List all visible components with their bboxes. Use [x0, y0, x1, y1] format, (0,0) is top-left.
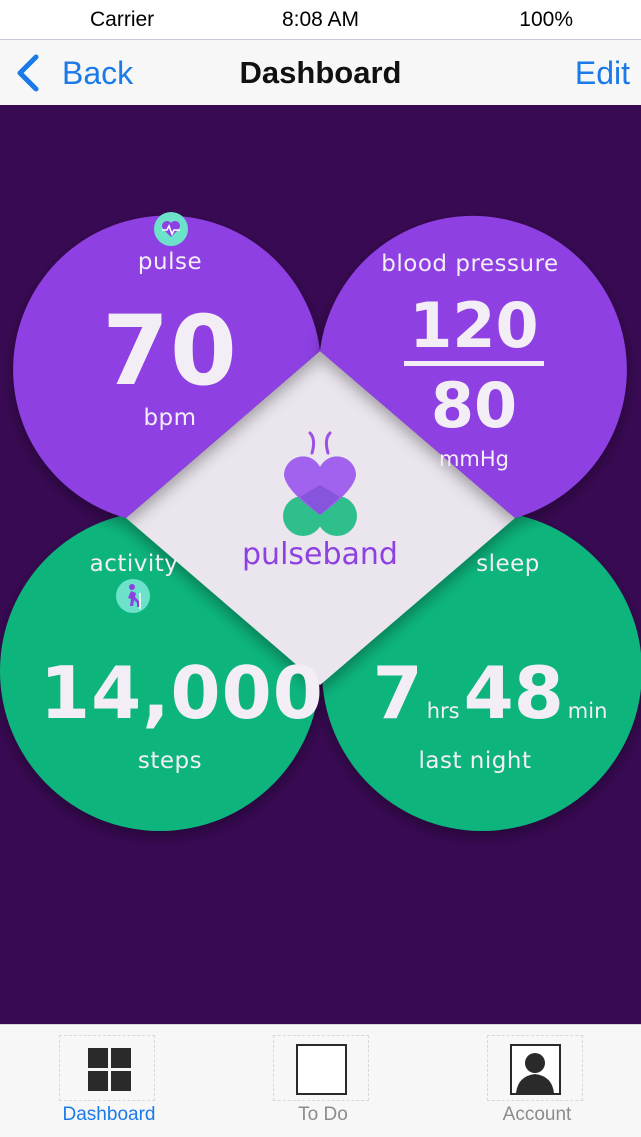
blood-pressure-label: blood pressure	[381, 251, 559, 277]
dashboard-panel: pulse 70 bpm blood pressure 120 80 mmHg …	[0, 105, 641, 1024]
edit-button[interactable]: Edit	[575, 55, 630, 92]
square-icon	[296, 1044, 347, 1095]
blood-pressure-unit: mmHg	[438, 447, 510, 471]
sleep-minutes-value: 48	[463, 651, 564, 735]
diastolic-value: 80	[430, 369, 518, 442]
tab-dashboard-label: Dashboard	[62, 1104, 156, 1125]
pulse-value: 70	[102, 295, 238, 407]
tab-bar: Dashboard To Do Account	[0, 1024, 641, 1137]
tab-account-label: Account	[502, 1104, 572, 1125]
page-title: Dashboard	[239, 55, 402, 90]
tab-dashboard[interactable]: Dashboard	[34, 1025, 184, 1137]
tab-todo[interactable]: To Do	[248, 1025, 398, 1137]
sleep-label: sleep	[476, 551, 540, 577]
sleep-hours-value: 7	[372, 651, 423, 735]
brand-name: pulseband	[242, 537, 398, 572]
tab-account[interactable]: Account	[462, 1025, 612, 1137]
steps-value: 14,000	[40, 651, 324, 735]
person-icon	[510, 1044, 561, 1095]
navigation-bar: Back Dashboard Edit	[0, 40, 641, 105]
grid-icon	[88, 1048, 131, 1091]
sleep-hours-unit: hrs	[426, 699, 460, 723]
heart-pulse-icon	[154, 212, 188, 246]
tab-dashboard-icon-frame	[59, 1035, 155, 1101]
sleep-caption: last night	[418, 748, 532, 774]
steps-unit: steps	[137, 748, 203, 774]
sleep-duration: 7 hrs 48 min	[360, 657, 620, 729]
status-bar: Carrier 8:08 AM 100%	[0, 0, 641, 40]
battery-label: 100%	[519, 8, 573, 31]
pulse-label: pulse	[137, 249, 203, 275]
tab-todo-label: To Do	[298, 1104, 348, 1125]
pulse-unit: bpm	[143, 405, 197, 431]
walking-person-icon	[116, 579, 150, 613]
sleep-minutes-unit: min	[567, 699, 608, 723]
tab-todo-icon-frame	[273, 1035, 369, 1101]
activity-label: activity	[89, 551, 179, 577]
tab-account-icon-frame	[487, 1035, 583, 1101]
systolic-value: 120	[409, 289, 539, 362]
